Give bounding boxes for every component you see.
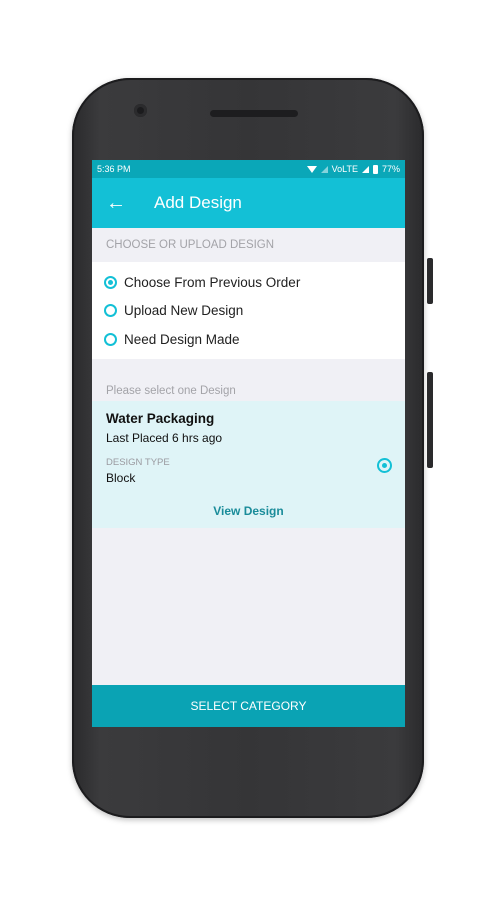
status-time: 5:36 PM — [97, 164, 131, 174]
cell-signal-icon — [361, 165, 369, 173]
app-bar: ← Add Design — [92, 178, 405, 228]
radio-checked-icon[interactable] — [377, 457, 392, 473]
front-camera — [134, 104, 147, 117]
option-label: Need Design Made — [124, 331, 240, 347]
option-need-design-made[interactable]: Need Design Made — [92, 325, 405, 354]
signal-icon — [320, 165, 328, 173]
earpiece-speaker — [210, 110, 298, 117]
design-last-placed: Last Placed 6 hrs ago — [106, 430, 223, 445]
wifi-icon — [306, 165, 317, 173]
radio-checked-icon[interactable] — [104, 275, 117, 289]
view-design-link[interactable]: View Design — [92, 504, 405, 518]
status-bar: 5:36 PM VoLTE 77% — [92, 160, 405, 178]
design-type-value: Block — [106, 470, 136, 485]
design-list-header: Please select one Design — [106, 384, 236, 397]
option-label: Choose From Previous Order — [124, 274, 301, 290]
battery-icon — [372, 164, 378, 174]
design-type-label: DESIGN TYPE — [106, 456, 170, 468]
select-category-button[interactable]: SELECT CATEGORY — [92, 685, 405, 727]
option-previous-order[interactable]: Choose From Previous Order — [92, 268, 405, 297]
power-button — [427, 258, 433, 304]
arrow-left-icon[interactable]: ← — [92, 178, 140, 228]
volume-button — [427, 372, 433, 468]
app-screen: 5:36 PM VoLTE 77% ← Add Design CHOOSE OR… — [92, 160, 405, 727]
design-name: Water Packaging — [106, 410, 215, 426]
option-label: Upload New Design — [124, 303, 244, 319]
status-icons: VoLTE 77% — [306, 164, 400, 174]
design-source-options: Choose From Previous Order Upload New De… — [92, 262, 405, 359]
radio-unchecked-icon[interactable] — [104, 304, 117, 318]
battery-level: 77% — [381, 164, 400, 174]
device-mockup: 5:36 PM VoLTE 77% ← Add Design CHOOSE OR… — [0, 0, 500, 900]
page-title: Add Design — [154, 193, 242, 212]
option-upload-new-design[interactable]: Upload New Design — [92, 297, 405, 326]
network-label: VoLTE — [331, 164, 358, 174]
design-card[interactable]: Water Packaging Last Placed 6 hrs ago DE… — [92, 400, 405, 528]
radio-unchecked-icon[interactable] — [104, 332, 117, 346]
upload-section-header: CHOOSE OR UPLOAD DESIGN — [106, 239, 275, 251]
